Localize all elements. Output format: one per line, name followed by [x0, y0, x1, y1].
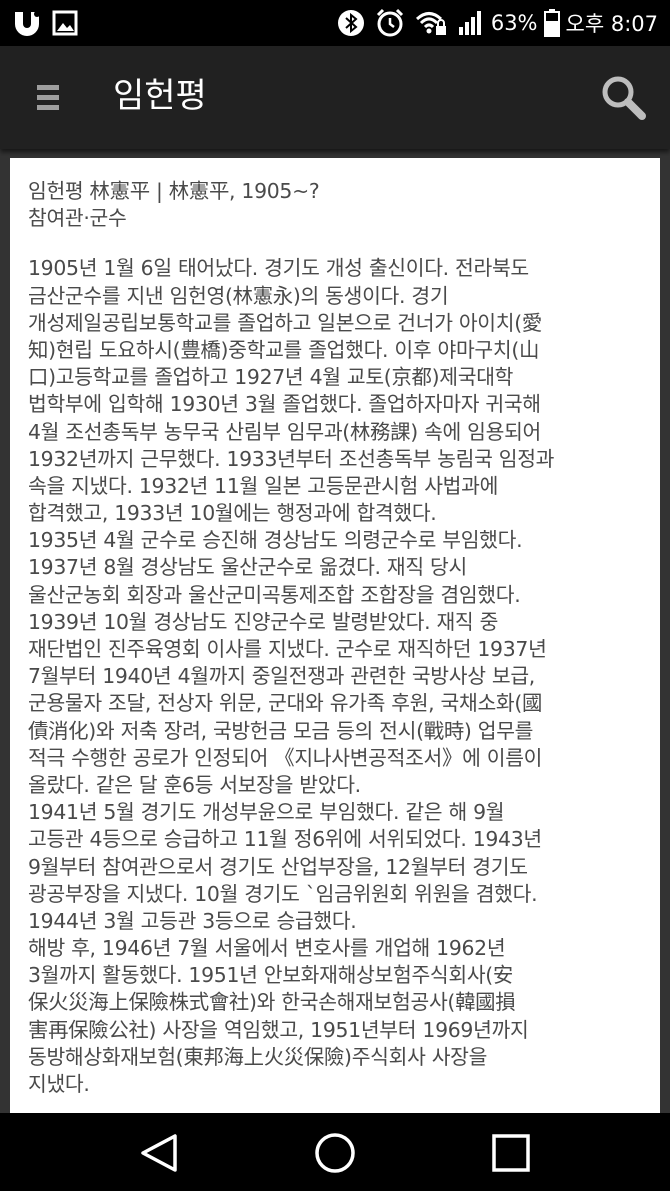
- battery-percent: 63%: [490, 11, 538, 35]
- body-line: 합격했고, 1933년 10월에는 행정과에 합격했다.: [28, 501, 437, 526]
- article-title-line: 임헌평 林憲平 | 林憲平, 1905~?: [28, 179, 320, 203]
- menu-button[interactable]: [28, 78, 68, 118]
- body-line: 1935년 4월 군수로 승진해 경상남도 의령군수로 부임했다.: [28, 528, 523, 553]
- signal-icon: [457, 9, 485, 37]
- body-line: 3월까지 활동했다. 1951년 안보화재해상보험주식회사(安: [28, 963, 514, 988]
- app-bar: 임헌평: [0, 46, 670, 149]
- search-button[interactable]: [598, 72, 648, 122]
- article-text: 임헌평 林憲平 | 林憲平, 1905~? 참여관·군수 1905년 1월 6일…: [28, 178, 644, 1098]
- app-title: 임헌평: [113, 76, 207, 116]
- status-right-icons: 63% 오후 8:07: [327, 8, 658, 38]
- body-line: 1944년 3월 고등관 3등으로 승급했다.: [28, 908, 357, 933]
- body-line: 해방 후, 1946년 7월 서울에서 변호사를 개업해 1962년: [28, 936, 506, 961]
- body-line: 금산군수를 지낸 임헌영(林憲永)의 동생이다. 경기: [28, 283, 449, 308]
- battery-icon: [543, 9, 560, 37]
- body-line: 개성제일공립보통학교를 졸업하고 일본으로 건너가 아이치(愛: [28, 310, 542, 335]
- body-line: 고등관 4등으로 승급하고 11월 정6위에 서위되었다. 1943년: [28, 827, 542, 852]
- body-line: 지냈다.: [28, 1072, 90, 1096]
- hamburger-icon: [37, 85, 59, 110]
- body-line: 害再保險公社) 사장을 역임했고, 1951년부터 1969년까지: [28, 1017, 529, 1042]
- back-triangle-icon: [141, 1134, 177, 1172]
- body-line: 울산군농회 회장과 울산군미곡통제조합 조합장을 겸임했다.: [28, 582, 521, 607]
- bluetooth-icon: [337, 9, 365, 37]
- body-line: 1905년 1월 6일 태어났다. 경기도 개성 출신이다. 전라북도: [28, 256, 529, 281]
- navigation-bar: [0, 1113, 670, 1191]
- body-line: 保火災海上保險株式會社)와 한국손해재보험공사(韓國損: [28, 990, 516, 1015]
- alarm-icon: [375, 8, 405, 38]
- back-button[interactable]: [137, 1131, 181, 1175]
- home-button[interactable]: [313, 1131, 357, 1175]
- recent-square-icon: [492, 1134, 530, 1172]
- body-line: 군용물자 조달, 전상자 위문, 군대와 유가족 후원, 국채소화(國: [28, 691, 543, 716]
- u-plus-icon: [12, 9, 42, 37]
- body-line: 올랐다. 같은 달 훈6등 서보장을 받았다.: [28, 772, 361, 797]
- body-line: 4월 조선총독부 농무국 산림부 임무과(林務課) 속에 임용되어: [28, 419, 541, 444]
- body-line: 적극 수행한 공로가 인정되어 《지나사변공적조서》에 이름이: [28, 745, 543, 770]
- article-card: 임헌평 林憲平 | 林憲平, 1905~? 참여관·군수 1905년 1월 6일…: [10, 158, 660, 1113]
- article-subtitle-line: 참여관·군수: [28, 206, 127, 231]
- status-bar: 63% 오후 8:07: [0, 0, 670, 46]
- body-line: 1937년 8월 경상남도 울산군수로 옮겼다. 재직 당시: [28, 555, 467, 580]
- body-line: 知)현립 도요하시(豊橋)중학교를 졸업했다. 이후 야마구치(山: [28, 337, 540, 362]
- wifi-lock-icon: [415, 9, 447, 37]
- search-icon: [602, 76, 646, 120]
- body-line: 법학부에 입학해 1930년 3월 졸업했다. 졸업하자마자 귀국해: [28, 392, 541, 417]
- body-line: 口)고등학교를 졸업하고 1927년 4월 교토(京都)제국대학: [28, 365, 514, 390]
- body-line: 1941년 5월 경기도 개성부윤으로 부임했다. 같은 해 9월: [28, 800, 505, 825]
- status-time: 오후 8:07: [565, 12, 658, 36]
- body-line: 9월부터 참여관으로서 경기도 산업부장을, 12월부터 경기도: [28, 854, 528, 879]
- recent-apps-button[interactable]: [489, 1131, 533, 1175]
- body-line: 7월부터 1940년 4월까지 중일전쟁과 관련한 국방사상 보급,: [28, 664, 535, 689]
- body-line: 債消化)와 저축 장려, 국방헌금 모금 등의 전시(戰時) 업무를: [28, 718, 534, 743]
- home-circle-icon: [315, 1133, 355, 1173]
- body-line: 재단법인 진주육영회 이사를 지냈다. 군수로 재직하던 1937년: [28, 637, 547, 661]
- body-line: 동방해상화재보험(東邦海上火災保險)주식회사 사장을: [28, 1044, 488, 1069]
- gallery-icon: [52, 10, 78, 36]
- body-line: 속을 지냈다. 1932년 11월 일본 고등문관시험 사법과에: [28, 473, 499, 498]
- body-line: 광공부장을 지냈다. 10월 경기도 `임금위원회 위원을 겸했다.: [28, 881, 538, 906]
- body-line: 1939년 10월 경상남도 진양군수로 발령받았다. 재직 중: [28, 609, 499, 634]
- status-left-icons: [12, 9, 88, 37]
- body-line: 1932년까지 근무했다. 1933년부터 조선총독부 농림국 임정과: [28, 446, 555, 471]
